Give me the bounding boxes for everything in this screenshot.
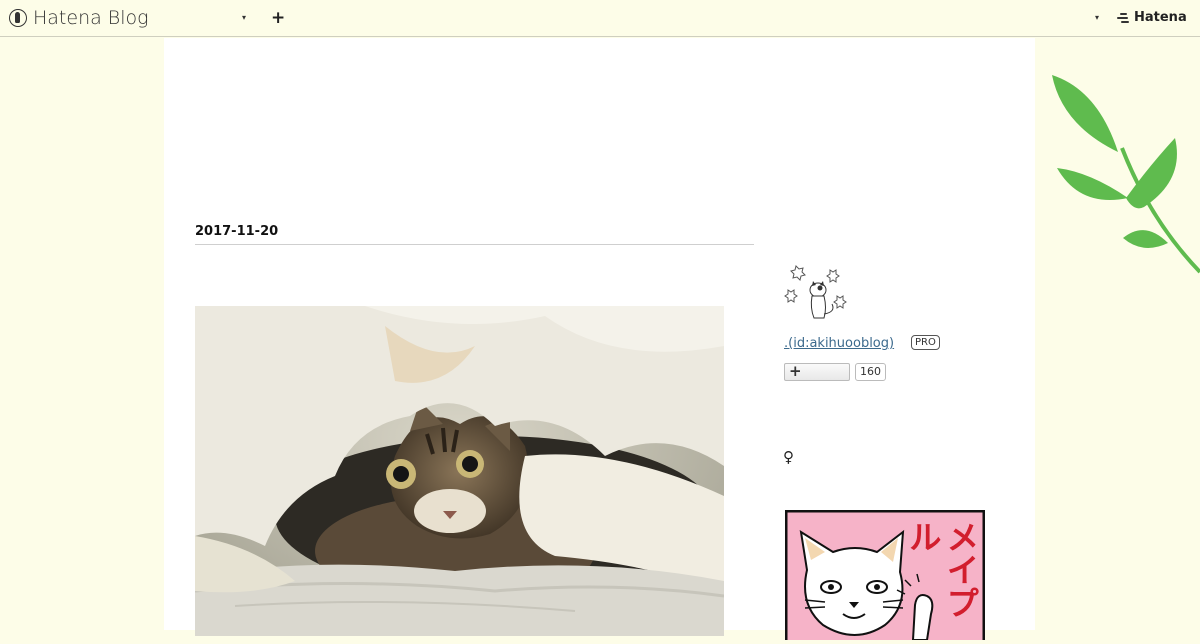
entry-photo [195, 306, 724, 636]
hatena-blog-logo-text: Hatena Blog [33, 7, 149, 29]
hatena-blog-logo-icon [9, 9, 27, 27]
maple-banner[interactable]: メイプル [784, 509, 986, 644]
user-menu-caret-icon[interactable]: ▾ [1095, 13, 1099, 22]
global-header: Hatena Blog ▾ + ▾ Hatena [0, 0, 1200, 37]
profile-avatar[interactable] [784, 262, 848, 322]
plus-icon: + [789, 362, 802, 380]
add-entry-button[interactable]: + [271, 8, 285, 28]
hatena-logo-icon [1117, 12, 1131, 24]
hatena-blog-logo[interactable]: Hatena Blog [9, 6, 149, 30]
gender-symbol: ♀ [783, 448, 794, 466]
leaf-decoration-icon [1052, 75, 1200, 274]
main-container: 2017-11-20 .(id:akihuooblog) PRO + 160 ♀… [164, 38, 1035, 644]
entry-date[interactable]: 2017-11-20 [195, 224, 754, 245]
subscribe-button[interactable]: + [784, 362, 850, 381]
banner-title: メイプル [903, 520, 980, 619]
pro-badge: PRO [911, 335, 940, 350]
hatena-link[interactable]: Hatena [1117, 10, 1187, 25]
profile-id-link[interactable]: .(id:akihuooblog) [784, 336, 894, 351]
blog-menu-caret-icon[interactable]: ▾ [242, 13, 246, 22]
hatena-logo-text: Hatena [1134, 10, 1187, 25]
subscriber-count: 160 [855, 363, 886, 381]
